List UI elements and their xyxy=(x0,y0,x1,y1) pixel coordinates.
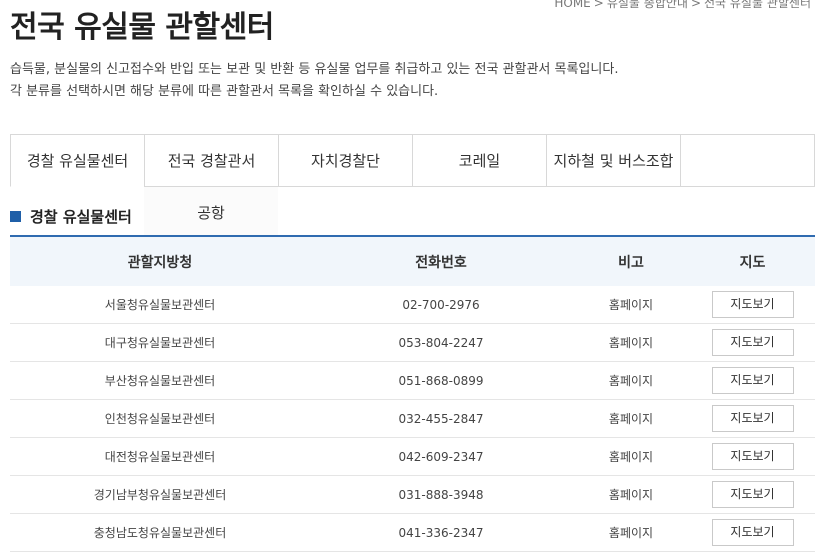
tab-airport[interactable]: 공항 xyxy=(144,187,278,237)
table-header-row: 관할지방청 전화번호 비고 지도 xyxy=(10,236,815,286)
map-cell: 지도보기 xyxy=(690,399,815,438)
view-map-button[interactable]: 지도보기 xyxy=(711,519,794,546)
table-row: 대구청유실물보관센터 053-804-2247 홈페이지 지도보기 xyxy=(10,323,815,362)
table-row: 충청남도청유실물보관센터 041-336-2347 홈페이지 지도보기 xyxy=(10,513,815,552)
breadcrumb-home[interactable]: HOME xyxy=(554,0,590,10)
map-cell: 지도보기 xyxy=(690,475,815,514)
map-cell: 지도보기 xyxy=(690,286,815,324)
page-title: 전국 유실물 관할센터 xyxy=(10,10,274,45)
tab-korail[interactable]: 코레일 xyxy=(412,134,546,187)
tab-subway-bus[interactable]: 지하철 및 버스조합 xyxy=(546,134,680,187)
center-phone: 032-455-2847 xyxy=(310,399,572,438)
map-cell: 지도보기 xyxy=(690,513,815,552)
center-name: 인천청유실물보관센터 xyxy=(10,399,310,438)
center-name: 경기남부청유실물보관센터 xyxy=(10,475,310,514)
header-map: 지도 xyxy=(739,254,766,271)
homepage-link[interactable]: 홈페이지 xyxy=(572,513,690,552)
center-phone: 041-336-2347 xyxy=(310,513,572,552)
center-table: 관할지방청 전화번호 비고 지도 서울청유실물보관센터 02-700-2976 … xyxy=(10,235,815,552)
center-name: 충청남도청유실물보관센터 xyxy=(10,513,310,552)
map-cell: 지도보기 xyxy=(690,361,815,400)
header-region: 관할지방청 xyxy=(127,254,193,271)
homepage-link[interactable]: 홈페이지 xyxy=(572,286,690,324)
tab-autonomous-police[interactable]: 자치경찰단 xyxy=(278,134,412,187)
page-description: 습득물, 분실물의 신고접수와 반입 또는 보관 및 반환 등 유실물 업무를 … xyxy=(10,59,618,103)
homepage-link[interactable]: 홈페이지 xyxy=(572,437,690,476)
header-phone: 전화번호 xyxy=(415,254,467,271)
description-line-1: 습득물, 분실물의 신고접수와 반입 또는 보관 및 반환 등 유실물 업무를 … xyxy=(10,62,619,77)
description-line-2: 각 분류를 선택하시면 해당 분류에 따른 관할관서 목록을 확인하실 수 있습… xyxy=(10,84,439,99)
center-name: 부산청유실물보관센터 xyxy=(10,361,310,400)
square-bullet-icon xyxy=(10,211,21,222)
view-map-button[interactable]: 지도보기 xyxy=(711,443,794,470)
homepage-link[interactable]: 홈페이지 xyxy=(572,323,690,362)
section-heading: 경찰 유실물센터 xyxy=(10,206,132,227)
view-map-button[interactable]: 지도보기 xyxy=(711,329,794,356)
homepage-link[interactable]: 홈페이지 xyxy=(572,475,690,514)
center-phone: 042-609-2347 xyxy=(310,437,572,476)
center-name: 대전청유실물보관센터 xyxy=(10,437,310,476)
breadcrumb-guide[interactable]: 유실물 종합안내 xyxy=(607,0,688,10)
map-cell: 지도보기 xyxy=(690,437,815,476)
breadcrumb-current: 전국 유실물 관할센터 xyxy=(704,0,811,10)
center-name: 서울청유실물보관센터 xyxy=(10,286,310,324)
table-row: 경기남부청유실물보관센터 031-888-3948 홈페이지 지도보기 xyxy=(10,475,815,514)
center-phone: 031-888-3948 xyxy=(310,475,572,514)
table-row: 인천청유실물보관센터 032-455-2847 홈페이지 지도보기 xyxy=(10,399,815,438)
tab-national-police-stations[interactable]: 전국 경찰관서 xyxy=(144,134,278,187)
breadcrumb: HOME > 유실물 종합안내 > 전국 유실물 관할센터 xyxy=(554,0,811,11)
view-map-button[interactable]: 지도보기 xyxy=(711,367,794,394)
center-phone: 051-868-0899 xyxy=(310,361,572,400)
view-map-button[interactable]: 지도보기 xyxy=(711,405,794,432)
tab-police-lost-center[interactable]: 경찰 유실물센터 xyxy=(10,134,144,187)
table-row: 대전청유실물보관센터 042-609-2347 홈페이지 지도보기 xyxy=(10,437,815,476)
chevron-right-icon: > xyxy=(593,0,604,10)
center-name: 대구청유실물보관센터 xyxy=(10,323,310,362)
view-map-button[interactable]: 지도보기 xyxy=(711,481,794,508)
center-phone: 02-700-2976 xyxy=(310,286,572,324)
center-phone: 053-804-2247 xyxy=(310,323,572,362)
view-map-button[interactable]: 지도보기 xyxy=(711,291,794,318)
chevron-right-icon: > xyxy=(690,0,701,10)
table-row: 부산청유실물보관센터 051-868-0899 홈페이지 지도보기 xyxy=(10,361,815,400)
map-cell: 지도보기 xyxy=(690,323,815,362)
header-note: 비고 xyxy=(618,254,644,271)
homepage-link[interactable]: 홈페이지 xyxy=(572,361,690,400)
homepage-link[interactable]: 홈페이지 xyxy=(572,399,690,438)
table-row: 서울청유실물보관센터 02-700-2976 홈페이지 지도보기 xyxy=(10,286,815,324)
section-heading-text: 경찰 유실물센터 xyxy=(30,208,132,226)
tab-row-end xyxy=(680,134,815,187)
